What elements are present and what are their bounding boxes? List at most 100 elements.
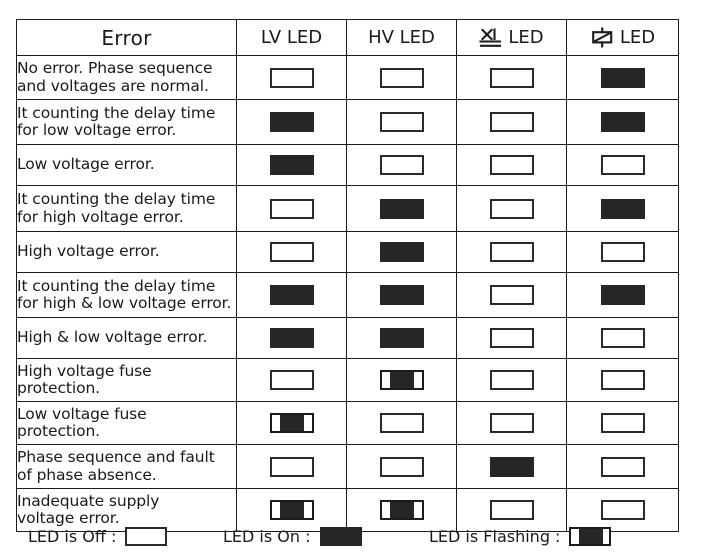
error-description-line1: High & low voltage error.: [17, 328, 208, 347]
lv-led-indicator: [269, 285, 314, 306]
column-header-error: Error: [16, 19, 237, 56]
supply-led-cell: [566, 185, 679, 232]
lv-led-cell: [236, 55, 347, 100]
hv-led-cell: [346, 272, 457, 318]
column-header-error-label: Error: [101, 25, 152, 50]
error-description-cell: Low voltage error.: [16, 144, 237, 186]
error-description-line2: and voltages are normal.: [17, 76, 209, 95]
phase-led-indicator: [489, 370, 534, 391]
lv-led-cell: [236, 444, 347, 489]
phase-led-cell: [456, 317, 567, 359]
supply-led-indicator: [600, 112, 645, 133]
error-description-line2: for low voltage error.: [17, 121, 177, 139]
phase-led-cell: [456, 231, 567, 273]
column-header-supply-led: LED: [566, 19, 679, 56]
supply-led-cell: [566, 144, 679, 186]
column-header-phase-led-label: LED: [508, 26, 544, 48]
supply-led-indicator: [600, 370, 645, 391]
phase-led-cell: [456, 55, 567, 100]
error-description-cell: Low voltage fuse protection.: [16, 401, 237, 445]
error-description-line1: No error. Phase sequence: [17, 59, 213, 78]
error-description-line1: It counting the delay time: [17, 276, 216, 295]
table-row: It counting the delay time for high volt…: [16, 185, 679, 232]
lv-led-cell: [236, 185, 347, 232]
table-row: Low voltage fuse protection.: [16, 401, 679, 445]
phase-led-cell: [456, 358, 567, 402]
table-row: High voltage fuse protection.: [16, 358, 679, 402]
supply-led-cell: [566, 272, 679, 318]
supply-led-indicator: [600, 500, 645, 521]
hv-led-cell: [346, 401, 457, 445]
legend-on-swatch: [319, 527, 362, 546]
supply-led-indicator: [600, 67, 645, 88]
legend-on-label: LED is On :: [223, 526, 311, 546]
phase-led-indicator: [489, 198, 534, 219]
lv-led-indicator: [269, 112, 314, 133]
phase-led-cell: [456, 444, 567, 489]
lv-led-cell: [236, 401, 347, 445]
error-description-cell: It counting the delay time for high & lo…: [16, 272, 237, 318]
legend-item-flashing: LED is Flashing :: [429, 527, 612, 546]
hv-led-indicator: [379, 370, 424, 391]
table-header-row: Error LV LED HV LED LED LED: [16, 19, 679, 56]
supply-led-indicator: [600, 285, 645, 306]
phase-led-indicator: [489, 500, 534, 521]
error-description-line1: It counting the delay time: [17, 103, 216, 122]
column-header-phase-led-inner: LED: [457, 27, 566, 49]
phase-led-indicator: [489, 456, 534, 477]
hv-led-cell: [346, 55, 457, 100]
lv-led-cell: [236, 99, 347, 145]
supply-led-cell: [566, 401, 679, 445]
error-description-line1: Inadequate supply: [17, 491, 160, 510]
hv-led-indicator: [379, 155, 424, 176]
hv-led-indicator: [379, 500, 424, 521]
hv-led-indicator: [379, 413, 424, 434]
table-row: High & low voltage error.: [16, 317, 679, 359]
phase-led-indicator: [489, 67, 534, 88]
legend-flashing-swatch: [569, 527, 612, 546]
error-description-cell: No error. Phase sequence and voltages ar…: [16, 55, 237, 100]
phase-led-indicator: [489, 112, 534, 133]
column-header-supply-led-label: LED: [619, 26, 656, 48]
table-row: No error. Phase sequence and voltages ar…: [16, 55, 679, 100]
legend: LED is Off : LED is On : LED is Flashing…: [16, 523, 700, 553]
phase-fault-icon: [479, 27, 503, 49]
legend-off-label: LED is Off :: [28, 526, 117, 546]
error-description-line2: protection.: [17, 422, 101, 440]
column-header-supply-led-inner: LED: [567, 26, 678, 49]
hv-led-indicator: [379, 112, 424, 133]
phase-led-cell: [456, 272, 567, 318]
supply-led-cell: [566, 317, 679, 359]
hv-led-cell: [346, 358, 457, 402]
legend-off-swatch: [125, 527, 168, 546]
error-description-cell: High & low voltage error.: [16, 317, 237, 359]
error-description-cell: It counting the delay time for high volt…: [16, 185, 237, 232]
error-description-cell: High voltage fuse protection.: [16, 358, 237, 402]
phase-led-cell: [456, 99, 567, 145]
hv-led-cell: [346, 231, 457, 273]
hv-led-indicator: [379, 198, 424, 219]
table-row: High voltage error.: [16, 231, 679, 273]
table-row: Low voltage error.: [16, 144, 679, 186]
lv-led-indicator: [269, 155, 314, 176]
error-description-line2: of phase absence.: [17, 465, 157, 484]
lv-led-indicator: [269, 67, 314, 88]
supply-led-indicator: [600, 242, 645, 263]
error-description-line1: High voltage error.: [17, 242, 160, 261]
hv-led-indicator: [379, 456, 424, 477]
column-header-lv-led: LV LED: [236, 19, 347, 56]
supply-led-indicator: [600, 413, 645, 434]
phase-led-indicator: [489, 242, 534, 263]
error-description-line2: for high & low voltage error.: [17, 294, 232, 312]
hv-led-indicator: [379, 328, 424, 349]
error-description-line1: It counting the delay time: [17, 190, 216, 209]
supply-led-cell: [566, 444, 679, 489]
led-status-sheet: Error LV LED HV LED LED LED No error. Ph…: [0, 0, 716, 559]
legend-item-on: LED is On :: [223, 527, 362, 546]
lv-led-cell: [236, 231, 347, 273]
supply-fault-icon: [590, 26, 615, 49]
phase-led-indicator: [489, 413, 534, 434]
supply-led-cell: [566, 231, 679, 273]
error-description-line1: High voltage fuse: [17, 361, 152, 380]
legend-item-off: LED is Off :: [28, 526, 168, 546]
